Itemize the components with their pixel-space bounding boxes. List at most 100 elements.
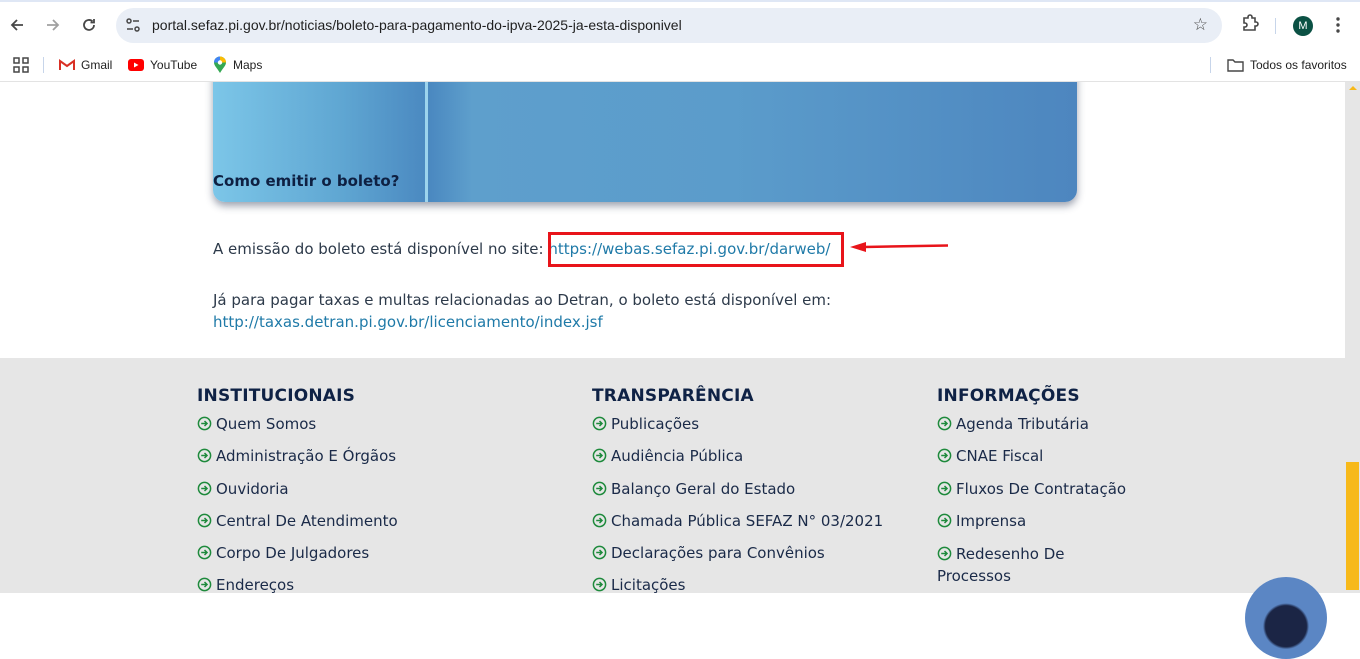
footer-link[interactable]: Imprensa	[937, 511, 1157, 543]
arrow-circle-right-icon	[197, 578, 212, 592]
gmail-icon	[59, 59, 75, 70]
back-button[interactable]	[5, 13, 29, 37]
footer-link-label: Redesenho De Processos	[937, 545, 1065, 586]
footer-link-label: Administração E Órgãos	[216, 447, 397, 466]
apps-button[interactable]	[13, 54, 29, 76]
bookmark-label: YouTube	[150, 58, 198, 72]
footer-link-label: Imprensa	[956, 511, 1027, 530]
arrow-circle-right-icon	[937, 416, 952, 431]
bookmarks-divider	[43, 57, 44, 73]
footer-link[interactable]: Endereços	[197, 575, 398, 593]
apps-grid-icon	[13, 57, 29, 73]
reload-button[interactable]	[77, 13, 101, 37]
bookmark-label: Gmail	[81, 58, 113, 72]
footer-link-label: CNAE Fiscal	[956, 447, 1044, 466]
arrow-circle-right-icon	[197, 448, 212, 463]
footer-link[interactable]: Fluxos De Contratação	[937, 479, 1157, 511]
paragraph-text: A emissão do boleto está disponível no s…	[213, 240, 549, 258]
arrow-circle-right-icon	[592, 448, 607, 463]
footer-link-label: Chamada Pública SEFAZ N° 03/2021	[611, 511, 884, 530]
forward-button[interactable]	[41, 13, 65, 37]
footer-link[interactable]: Balanço Geral do Estado	[592, 479, 883, 511]
footer-link[interactable]: Ouvidoria	[197, 479, 398, 511]
footer-link[interactable]: Quem Somos	[197, 414, 398, 446]
footer-link-label: Publicações	[611, 415, 700, 433]
bookmark-gmail[interactable]: Gmail	[59, 54, 112, 76]
footer-link[interactable]: Licitações	[592, 575, 883, 593]
youtube-icon	[128, 59, 144, 71]
bookmarks-divider	[1210, 57, 1211, 73]
footer-link-label: Endereços	[216, 576, 295, 593]
footer-link[interactable]: Redesenho De Processos	[937, 543, 1087, 587]
profile-avatar[interactable]: M	[1293, 16, 1313, 36]
arrow-circle-right-icon	[197, 481, 212, 495]
arrow-left-icon	[10, 19, 23, 31]
footer-link[interactable]: Declarações para Convênios	[592, 543, 883, 575]
footer-column-informacoes: INFORMAÇÕES Agenda Tributária CNAE Fisca…	[937, 386, 1157, 587]
footer-link-label: Balanço Geral do Estado	[611, 479, 796, 498]
bookmark-youtube[interactable]: YouTube	[128, 54, 197, 76]
arrow-circle-right-icon	[197, 416, 212, 431]
arrow-circle-right-icon	[592, 481, 607, 495]
footer-column-title: INFORMAÇÕES	[937, 386, 1080, 406]
menu-button[interactable]	[1334, 16, 1342, 38]
annotation-arrow-icon	[850, 242, 949, 252]
annotation-highlight-box	[548, 232, 844, 267]
footer-column-title: INSTITUCIONAIS	[197, 386, 356, 406]
paragraph-detran: Já para pagar taxas e multas relacionada…	[213, 289, 831, 333]
more-vert-icon	[1336, 17, 1340, 33]
footer-link[interactable]: Chamada Pública SEFAZ N° 03/2021	[592, 511, 883, 543]
page-scrollbar[interactable]	[1345, 82, 1360, 593]
footer-link-label: Ouvidoria	[216, 479, 289, 498]
page-viewport: Como emitir o boleto? A emissão do bolet…	[0, 82, 1345, 593]
all-bookmarks-label: Todos os favoritos	[1250, 58, 1347, 72]
footer-link[interactable]: Central De Atendimento	[197, 511, 398, 543]
section-heading: Como emitir o boleto?	[213, 172, 400, 190]
footer-link-label: Audiência Pública	[611, 447, 744, 466]
detran-link[interactable]: http://taxas.detran.pi.gov.br/licenciame…	[213, 313, 603, 331]
arrow-circle-right-icon	[937, 546, 952, 561]
toolbar-divider	[1275, 18, 1276, 34]
address-bar[interactable]: portal.sefaz.pi.gov.br/noticias/boleto-p…	[116, 8, 1222, 43]
footer-link-label: Quem Somos	[216, 415, 317, 433]
arrow-circle-right-icon	[937, 448, 952, 463]
footer-link-label: Agenda Tributária	[956, 415, 1089, 433]
footer-link-label: Declarações para Convênios	[611, 544, 825, 563]
arrow-circle-right-icon	[592, 545, 607, 560]
scroll-up-arrow-icon[interactable]	[1349, 86, 1357, 90]
browser-toolbar: portal.sefaz.pi.gov.br/noticias/boleto-p…	[0, 0, 1360, 48]
footer-link[interactable]: Agenda Tributária	[937, 414, 1157, 446]
chat-assistant-avatar[interactable]	[1245, 577, 1327, 659]
bookmarks-bar: Gmail YouTube Maps Todos os favoritos	[0, 48, 1360, 82]
footer-link-label: Licitações	[611, 576, 686, 593]
footer-link[interactable]: Corpo De Julgadores	[197, 543, 398, 575]
url-text[interactable]: portal.sefaz.pi.gov.br/noticias/boleto-p…	[152, 17, 682, 33]
scrollbar-thumb[interactable]	[1346, 462, 1359, 590]
maps-icon	[214, 56, 226, 73]
bookmark-maps[interactable]: Maps	[213, 54, 262, 76]
bookmark-star-icon[interactable]: ☆	[1193, 15, 1208, 35]
arrow-circle-right-icon	[197, 545, 212, 560]
extensions-button[interactable]	[1240, 14, 1260, 38]
arrow-circle-right-icon	[197, 513, 212, 528]
arrow-circle-right-icon	[937, 513, 952, 528]
footer-link-label: Central De Atendimento	[216, 511, 398, 530]
footer-column-transparencia: TRANSPARÊNCIA Publicações Audiência Públ…	[592, 386, 883, 593]
footer-column-institucionais: INSTITUCIONAIS Quem Somos Administração …	[197, 386, 398, 593]
footer-link-label: Fluxos De Contratação	[956, 479, 1127, 498]
bookmark-label: Maps	[233, 58, 263, 72]
footer-link[interactable]: CNAE Fiscal	[937, 446, 1157, 478]
folder-icon	[1227, 59, 1244, 72]
footer-link[interactable]: Publicações	[592, 414, 883, 446]
arrow-circle-right-icon	[592, 416, 607, 431]
footer-column-title: TRANSPARÊNCIA	[592, 386, 754, 406]
footer-link[interactable]: Administração E Órgãos	[197, 446, 398, 478]
reload-icon	[83, 19, 95, 31]
arrow-right-icon	[47, 19, 60, 31]
arrow-circle-right-icon	[592, 578, 607, 592]
footer-link-label: Corpo De Julgadores	[216, 544, 370, 563]
all-bookmarks-button[interactable]: Todos os favoritos	[1227, 54, 1347, 76]
footer-link[interactable]: Audiência Pública	[592, 446, 883, 478]
site-settings-icon[interactable]	[124, 16, 142, 34]
arrow-circle-right-icon	[937, 481, 952, 495]
